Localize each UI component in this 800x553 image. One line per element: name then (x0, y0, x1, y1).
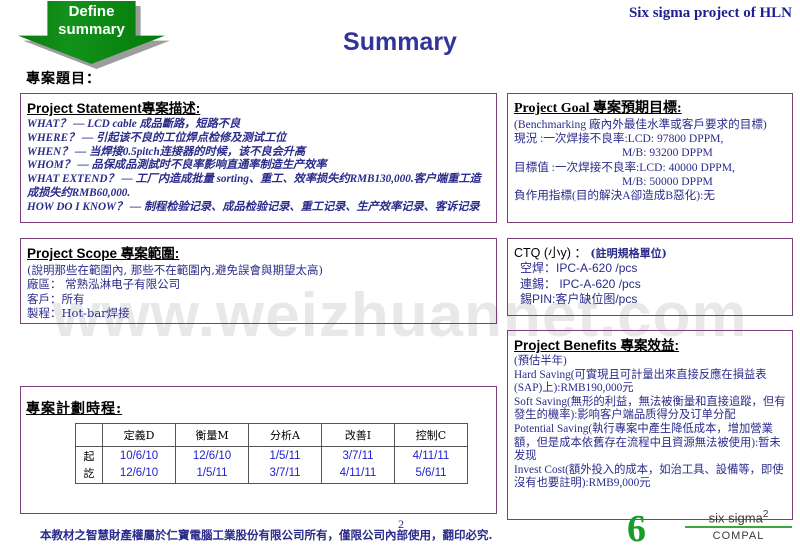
schedule-cell-control: 4/11/11 5/6/11 (394, 446, 468, 484)
schedule-start-define: 10/6/10 (119, 450, 159, 462)
project-statement-box: Project Statement專案描述: WHAT？ — LCD cable… (20, 93, 497, 223)
logo-text-group: six sigma2 COMPAL (685, 509, 792, 542)
arrow-label-line2: summary (58, 21, 125, 38)
logo-six-sigma-label: six sigma (708, 510, 763, 526)
project-goal-box: Project Goal 專案預期目標: (Benchmarking 廠內外最佳… (507, 93, 793, 223)
statement-line-5: WHAT EXTEND？ — 工厂内造成批量 sorting、重工、效率损失约R… (27, 173, 481, 199)
goal-line-2: 現況 :一次焊接不良率:LCD: 97800 DPPM, (514, 132, 724, 146)
project-benefits-heading: Project Benefits 專案效益: (514, 338, 680, 353)
project-goal-heading: Project Goal 專案預期目標: (514, 101, 682, 116)
schedule-col-0 (75, 423, 103, 447)
schedule-cell-measure: 12/6/10 1/5/11 (175, 446, 249, 484)
schedule-row-label-end: 訖 (83, 467, 95, 480)
benefits-line-2: Hard Saving(可實現且可計量出來直接反應在損益表(SAP)上):RMB… (514, 368, 767, 395)
table-row: 起 訖 10/6/10 12/6/10 12/6/10 1/5/11 1/5/1… (75, 446, 468, 484)
logo-divider (685, 526, 792, 529)
ctq-heading-main: CTQ (小y) ： (514, 246, 587, 260)
project-scope-box: Project Scope 專案範圍: (說明那些在範圍內, 那些不在範圍內,避… (20, 238, 497, 324)
schedule-start-analyze: 1/5/11 (269, 450, 301, 462)
schedule-col-measure: 衡量M (175, 423, 249, 447)
page-number: 2 (398, 517, 404, 531)
schedule-end-control: 5/6/11 (415, 467, 447, 479)
statement-line-4: WHOM？ — 品保成品測試时不良率影响直通率制造生产效率 (27, 159, 327, 172)
logo-six-sigma-text: six sigma2 (685, 509, 792, 525)
schedule-label: 專案計劃時程: (26, 401, 123, 417)
benefits-line-3: Soft Saving(無形的利益，無法被衡量和直接追蹤，但有發生的機率):影响… (514, 395, 786, 422)
logo-compal-label: COMPAL (712, 530, 765, 543)
schedule-row-labels: 起 訖 (75, 446, 103, 484)
schedule-col-improve: 改善I (321, 423, 395, 447)
statement-line-3: WHEN？ — 当焊接0.5pitch连接器的时候，该不良会升高 (27, 145, 306, 158)
scope-line-2: 廠區： 常熟泓淋电子有限公司 (27, 277, 181, 292)
scope-line-4: 製程：Hot-bar焊接 (27, 306, 130, 321)
project-statement-heading: Project Statement專案描述: (27, 101, 201, 116)
header-project-title: Six sigma project of HLN (628, 5, 792, 21)
sigma-icon: 6 (627, 508, 646, 550)
schedule-cell-define: 10/6/10 12/6/10 (102, 446, 176, 484)
goal-line-5: M/B: 50000 DPPM (622, 174, 713, 188)
schedule-start-control: 4/11/11 (412, 450, 450, 462)
schedule-col-control: 控制C (394, 423, 468, 447)
schedule-end-improve: 4/11/11 (339, 467, 377, 479)
table-header-row: 定義D 衡量M 分析A 改善I 控制C (75, 423, 468, 447)
goal-line-4: 目標值 :一次焊接不良率:LCD: 40000 DPPM, (514, 160, 735, 174)
project-benefits-box: Project Benefits 專案效益: (預估半年) Hard Savin… (507, 330, 793, 520)
scope-line-1: (說明那些在範圍內, 那些不在範圍內,避免誤會與期望太高) (27, 263, 323, 277)
footer-copyright: 本教材之智慧財產權屬於仁寶電腦工業股份有限公司所有，僅限公司內部使用，翻印必究. (40, 528, 493, 542)
benefits-line-1: (預估半年) (514, 355, 567, 367)
schedule-row-label-start: 起 (83, 450, 95, 463)
arrow-label: Define summary (18, 3, 165, 39)
ctq-box: CTQ (小y) ： (註明規格單位) 空焊：IPC-A-620 /pcs 連錫… (507, 238, 793, 316)
ctq-line-3: 錫PIN:客户缺位图/pcs (520, 292, 638, 306)
benefits-line-4: Potential Saving(執行專案中產生降低成本，增加營業額，但是成本依… (514, 422, 781, 463)
logo-six-sigma-sup: 2 (762, 509, 769, 520)
scope-line-3: 客戶：所有 (27, 291, 85, 306)
ctq-heading: CTQ (小y) ： (註明規格單位) (514, 242, 787, 261)
goal-line-6: 負作用指標(目的解決A卻造成B惡化):无 (514, 189, 715, 203)
schedule-start-improve: 3/7/11 (342, 450, 374, 462)
schedule-end-measure: 1/5/11 (196, 467, 228, 479)
project-scope-heading: Project Scope 專案範圍: (27, 246, 180, 261)
benefits-line-5: Invest Cost(額外投入的成本，如治工具、設備等，即使沒有也要註明):R… (514, 463, 784, 490)
schedule-col-analyze: 分析A (248, 423, 322, 447)
schedule-end-define: 12/6/10 (119, 467, 159, 479)
ctq-heading-note: (註明規格單位) (590, 247, 667, 260)
schedule-col-define: 定義D (102, 423, 176, 447)
schedule-cell-analyze: 1/5/11 3/7/11 (248, 446, 322, 484)
statement-line-2: WHERE？ — 引起该不良的工位焊点检修及测试工位 (27, 131, 287, 144)
ctq-line-1: 空焊：IPC-A-620 /pcs (520, 261, 638, 275)
goal-line-3: M/B: 93200 DPPM (622, 146, 713, 160)
schedule-start-measure: 12/6/10 (192, 450, 232, 462)
statement-line-6: HOW DO I KNOW？ — 制程检验记录、成品检验记录、重工记录、生产效率… (27, 200, 480, 213)
statement-line-1: WHAT？ — LCD cable 成品斷路，短路不良 (27, 118, 241, 130)
ctq-line-2: 連錫： IPC-A-620 /pcs (520, 276, 641, 291)
schedule-table: 定義D 衡量M 分析A 改善I 控制C 起 訖 10/6/10 12/6/10 … (75, 423, 468, 484)
compal-six-sigma-logo: 6 six sigma2 COMPAL (627, 508, 792, 552)
arrow-label-line1: Define (68, 3, 115, 20)
project-title-label: 專案題目： (26, 71, 101, 87)
goal-line-1: (Benchmarking 廠內外最佳水準或客戶要求的目標) (514, 118, 767, 131)
define-summary-arrow[interactable]: Define summary (18, 1, 170, 69)
schedule-cell-improve: 3/7/11 4/11/11 (321, 446, 395, 484)
slide-canvas: www.weizhuannet.com Six sigma project of… (0, 0, 800, 553)
schedule-end-analyze: 3/7/11 (269, 467, 301, 479)
